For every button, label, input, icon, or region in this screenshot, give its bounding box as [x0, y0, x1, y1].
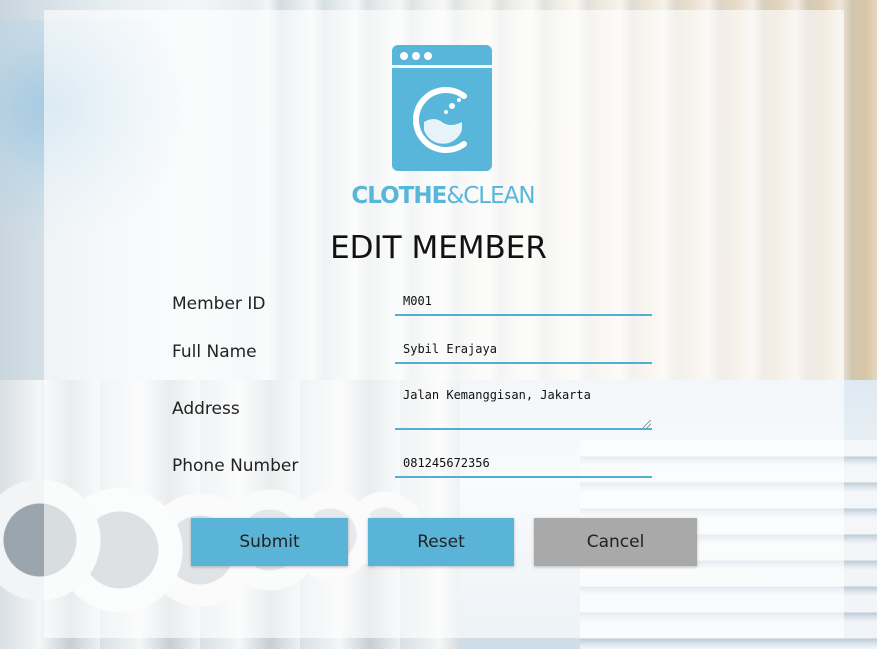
address-field[interactable]: Jalan Kemanggisan, Jakarta [395, 384, 652, 430]
phone-number-label: Phone Number [172, 456, 299, 476]
reset-button[interactable]: Reset [368, 518, 514, 566]
member-id-label: Member ID [172, 294, 266, 314]
submit-button[interactable]: Submit [191, 518, 348, 566]
brand-wordmark: CLOTHE&CLEAN [351, 183, 535, 209]
phone-number-field[interactable] [395, 450, 652, 478]
control-dots [400, 52, 432, 60]
page-title: EDIT MEMBER [330, 230, 547, 266]
full-name-field[interactable] [395, 336, 652, 364]
brand-logo: CLOTHE&CLEAN [347, 45, 539, 210]
address-label: Address [172, 399, 240, 419]
resize-grip-icon[interactable] [643, 420, 651, 428]
member-id-field[interactable] [395, 288, 652, 316]
drum-icon [413, 87, 467, 153]
full-name-label: Full Name [172, 342, 257, 362]
cancel-button[interactable]: Cancel [534, 518, 697, 566]
washing-machine-icon [392, 45, 492, 171]
